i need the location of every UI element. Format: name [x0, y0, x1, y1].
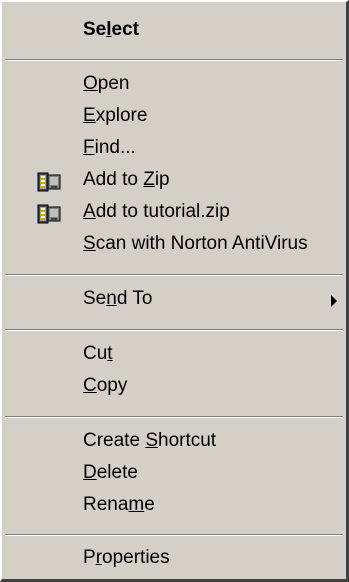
menu-item-open-label: Open [83, 73, 130, 94]
menu-item-add-to-tutorial-zip[interactable]: Add to tutorial.zip [2, 196, 346, 230]
menu-item-properties[interactable]: Properties [2, 542, 346, 576]
menu-separator [5, 416, 343, 418]
context-menu: Select Open Explore Find... Add to Zip A… [0, 0, 349, 582]
menu-item-open[interactable]: Open [2, 68, 346, 102]
menu-item-cut-label: Cut [83, 343, 113, 364]
menu-separator [5, 534, 343, 536]
submenu-arrow-icon [331, 295, 337, 307]
menu-item-scan-norton[interactable]: Scan with Norton AntiVirus [2, 228, 346, 262]
menu-item-find[interactable]: Find... [2, 132, 346, 166]
menu-item-explore-label: Explore [83, 105, 148, 126]
menu-item-copy[interactable]: Copy [2, 370, 346, 404]
menu-item-rename[interactable]: Rename [2, 489, 346, 523]
winzip-icon [37, 172, 61, 192]
menu-item-select-label: Select [83, 19, 139, 40]
winzip-icon [37, 204, 61, 224]
menu-item-create-shortcut[interactable]: Create Shortcut [2, 425, 346, 459]
menu-item-copy-label: Copy [83, 375, 128, 396]
menu-item-delete[interactable]: Delete [2, 457, 346, 491]
menu-item-create-shortcut-label: Create Shortcut [83, 430, 217, 451]
menu-item-send-to-label: Send To [83, 288, 153, 309]
menu-separator [5, 59, 343, 61]
menu-item-find-label: Find... [83, 137, 136, 158]
menu-item-add-to-zip[interactable]: Add to Zip [2, 164, 346, 198]
menu-item-cut[interactable]: Cut [2, 338, 346, 372]
menu-item-properties-label: Properties [83, 547, 170, 568]
menu-separator [5, 274, 343, 276]
menu-separator [5, 329, 343, 331]
menu-item-select[interactable]: Select [2, 14, 346, 48]
menu-item-add-to-zip-label: Add to Zip [83, 169, 170, 190]
menu-item-add-to-tutorial-zip-label: Add to tutorial.zip [83, 201, 230, 222]
menu-item-scan-norton-label: Scan with Norton AntiVirus [83, 233, 308, 254]
menu-item-explore[interactable]: Explore [2, 100, 346, 134]
menu-item-delete-label: Delete [83, 462, 138, 483]
menu-item-rename-label: Rename [83, 494, 155, 515]
menu-item-send-to[interactable]: Send To [2, 283, 346, 317]
